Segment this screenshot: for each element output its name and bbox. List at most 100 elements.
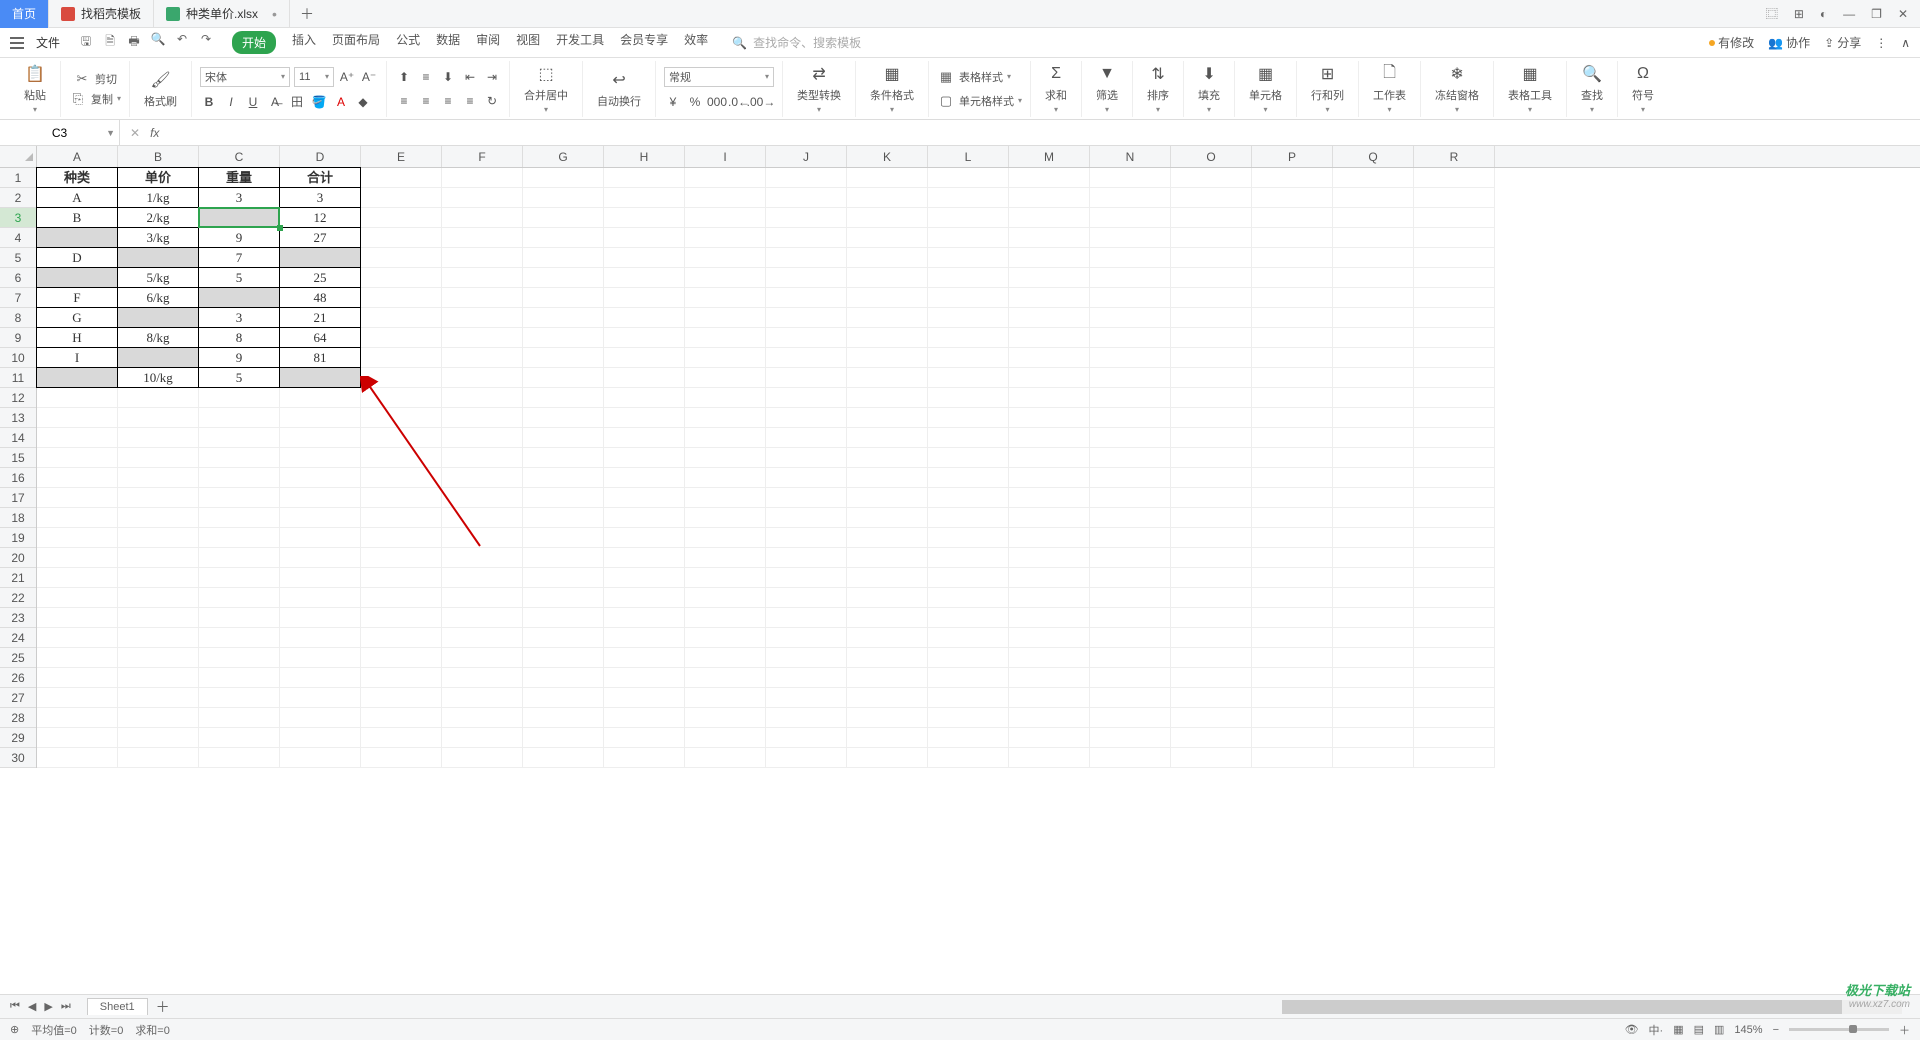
cell[interactable] — [199, 588, 280, 608]
cell[interactable] — [1090, 228, 1171, 248]
undo-icon[interactable]: ↶ — [174, 32, 190, 53]
row-header[interactable]: 27 — [0, 688, 36, 708]
cell[interactable]: D — [36, 247, 118, 268]
cell[interactable] — [523, 188, 604, 208]
cell[interactable] — [1090, 508, 1171, 528]
row-header[interactable]: 20 — [0, 548, 36, 568]
cell[interactable] — [118, 528, 199, 548]
cell[interactable] — [523, 308, 604, 328]
cell[interactable] — [1009, 308, 1090, 328]
cell[interactable] — [1252, 228, 1333, 248]
cell[interactable] — [117, 247, 199, 268]
cell[interactable] — [928, 528, 1009, 548]
row-header[interactable]: 22 — [0, 588, 36, 608]
cell[interactable] — [442, 608, 523, 628]
cell[interactable]: 2/kg — [117, 207, 199, 228]
column-header[interactable]: A — [37, 146, 118, 167]
cell[interactable] — [442, 648, 523, 668]
cell[interactable] — [766, 688, 847, 708]
tab-add[interactable]: ＋ — [290, 4, 324, 24]
row-header[interactable]: 5 — [0, 248, 36, 268]
cell[interactable] — [685, 268, 766, 288]
cell[interactable]: 5 — [198, 367, 280, 388]
cell[interactable] — [37, 708, 118, 728]
cell[interactable] — [604, 268, 685, 288]
cell[interactable] — [685, 368, 766, 388]
cell[interactable] — [766, 528, 847, 548]
cell[interactable] — [1252, 388, 1333, 408]
cell[interactable]: B — [36, 207, 118, 228]
cell[interactable] — [199, 608, 280, 628]
cell[interactable]: 重量 — [198, 167, 280, 188]
rowcol-button[interactable]: ⊞行和列▾ — [1305, 63, 1350, 114]
cell[interactable] — [685, 688, 766, 708]
cell[interactable] — [1414, 628, 1495, 648]
table-style-button[interactable]: ▦表格样式▾ — [937, 68, 1022, 86]
cell[interactable] — [1090, 648, 1171, 668]
cell[interactable] — [1414, 228, 1495, 248]
cell[interactable] — [604, 328, 685, 348]
cell[interactable] — [118, 408, 199, 428]
cell[interactable] — [928, 208, 1009, 228]
cell[interactable] — [685, 568, 766, 588]
cell[interactable] — [36, 267, 118, 288]
cell[interactable] — [1333, 428, 1414, 448]
cell[interactable] — [766, 328, 847, 348]
cell[interactable] — [604, 408, 685, 428]
cell[interactable] — [1414, 208, 1495, 228]
cell[interactable] — [766, 668, 847, 688]
cell[interactable] — [766, 648, 847, 668]
cell[interactable] — [280, 428, 361, 448]
cell[interactable] — [847, 168, 928, 188]
cell[interactable] — [1333, 348, 1414, 368]
row-header[interactable]: 7 — [0, 288, 36, 308]
cell[interactable] — [361, 348, 442, 368]
cell[interactable]: 3/kg — [117, 227, 199, 248]
cell[interactable] — [847, 268, 928, 288]
align-middle-icon[interactable]: ≡ — [417, 68, 435, 86]
cell[interactable] — [1090, 368, 1171, 388]
apps-icon[interactable]: ⊞ — [1790, 5, 1808, 23]
cell[interactable] — [1252, 548, 1333, 568]
cell[interactable] — [604, 428, 685, 448]
cell[interactable] — [523, 228, 604, 248]
cell[interactable] — [1171, 288, 1252, 308]
cell[interactable] — [118, 548, 199, 568]
cell[interactable] — [442, 488, 523, 508]
cell[interactable] — [1090, 548, 1171, 568]
cell[interactable] — [1009, 228, 1090, 248]
cell[interactable] — [766, 548, 847, 568]
cell[interactable] — [604, 368, 685, 388]
cell[interactable] — [766, 248, 847, 268]
cell[interactable] — [847, 748, 928, 768]
cell[interactable] — [280, 548, 361, 568]
cell[interactable] — [1333, 308, 1414, 328]
merge-button[interactable]: ⬚合并居中▾ — [518, 63, 574, 114]
cell[interactable] — [766, 468, 847, 488]
cell[interactable] — [523, 668, 604, 688]
column-header[interactable]: J — [766, 146, 847, 167]
cell[interactable] — [199, 688, 280, 708]
cell[interactable] — [1252, 168, 1333, 188]
cell[interactable] — [928, 268, 1009, 288]
cell[interactable]: F — [36, 287, 118, 308]
cell[interactable] — [766, 728, 847, 748]
cell[interactable] — [280, 648, 361, 668]
cell[interactable] — [523, 408, 604, 428]
save-as-icon[interactable]: 🗎 — [102, 32, 118, 53]
cell[interactable] — [361, 688, 442, 708]
sheet-next-icon[interactable]: ▶ — [44, 1000, 52, 1013]
cell[interactable] — [685, 408, 766, 428]
user-icon[interactable]: ◐ — [1816, 5, 1831, 23]
cell[interactable] — [604, 628, 685, 648]
cell[interactable] — [199, 548, 280, 568]
cell[interactable] — [928, 548, 1009, 568]
column-header[interactable]: P — [1252, 146, 1333, 167]
cell[interactable] — [1171, 528, 1252, 548]
cell[interactable] — [1009, 168, 1090, 188]
cell[interactable] — [847, 548, 928, 568]
cell[interactable] — [928, 488, 1009, 508]
cell[interactable] — [928, 628, 1009, 648]
cell[interactable] — [928, 508, 1009, 528]
cell[interactable] — [766, 748, 847, 768]
